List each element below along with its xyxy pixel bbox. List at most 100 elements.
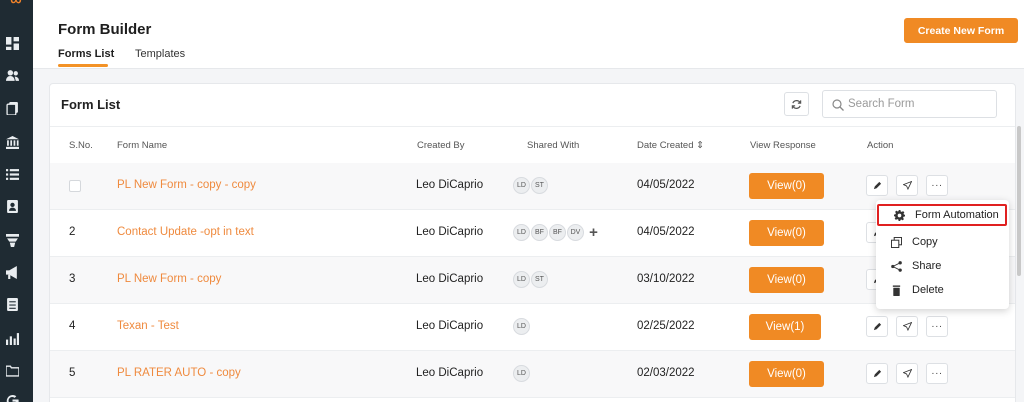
form-name-link[interactable]: Texan - Test (117, 320, 179, 332)
date-created: 03/10/2022 (637, 273, 695, 285)
app-logo[interactable]: ∞ (4, 0, 28, 9)
avatar: DV (567, 224, 584, 241)
col-sno: S.No. (69, 140, 93, 151)
table-row: 3 PL New Form - copy Leo DiCaprio LD ST … (50, 257, 1015, 304)
tab-forms-list[interactable]: Forms List (58, 48, 114, 60)
menu-item-share[interactable]: Share (876, 255, 1009, 277)
col-created-by: Created By (417, 140, 465, 151)
menu-item-label: Share (912, 260, 942, 272)
date-created: 04/05/2022 (637, 179, 695, 191)
google-icon[interactable] (5, 392, 19, 402)
add-share-icon[interactable]: + (585, 224, 602, 241)
more-actions-button[interactable]: ··· (926, 316, 948, 337)
date-created: 04/05/2022 (637, 226, 695, 238)
menu-item-delete[interactable]: Delete (876, 279, 1009, 301)
menu-item-label: Copy (912, 236, 938, 248)
view-response-button[interactable]: View(1) (749, 314, 821, 340)
sidebar: ∞ (0, 0, 33, 402)
send-button[interactable] (896, 363, 918, 384)
active-tab-indicator (58, 64, 108, 67)
dashboard-icon[interactable] (5, 36, 19, 50)
scrollbar[interactable] (1017, 126, 1021, 276)
view-response-button[interactable]: View(0) (749, 267, 824, 293)
date-created: 02/25/2022 (637, 320, 695, 332)
menu-item-form-automation[interactable]: Form Automation (877, 204, 1007, 226)
pencil-icon (873, 369, 881, 378)
search-input[interactable] (848, 95, 988, 113)
edit-button[interactable] (866, 175, 888, 196)
create-new-form-button[interactable]: Create New Form (904, 18, 1018, 43)
more-actions-button[interactable]: ··· (926, 175, 948, 196)
table-row: 2 Contact Update -opt in text Leo DiCapr… (50, 210, 1015, 257)
gear-icon (893, 209, 905, 221)
created-by: Leo DiCaprio (416, 226, 484, 238)
share-icon (890, 260, 902, 272)
menu-item-label: Form Automation (915, 209, 999, 221)
form-name-link[interactable]: PL RATER AUTO - copy (117, 367, 241, 379)
page-title: Form Builder (58, 21, 152, 38)
table-row: PL New Form - copy - copy Leo DiCaprio L… (50, 163, 1015, 210)
search-icon (832, 99, 844, 111)
avatar: LD (513, 365, 530, 382)
bank-icon[interactable] (5, 135, 19, 149)
refresh-button[interactable] (784, 92, 809, 116)
menu-item-label: Delete (912, 284, 944, 296)
form-name-link[interactable]: PL New Form - copy (117, 273, 221, 285)
send-button[interactable] (896, 316, 918, 337)
view-response-button[interactable]: View(0) (749, 361, 824, 387)
created-by: Leo DiCaprio (416, 179, 484, 191)
col-date-created[interactable]: Date Created ⇕ (637, 140, 704, 151)
row-number: 2 (69, 226, 76, 238)
created-by: Leo DiCaprio (416, 320, 484, 332)
notes-icon[interactable] (5, 297, 19, 311)
edit-button[interactable] (866, 363, 888, 384)
row-number: 4 (69, 320, 76, 332)
send-button[interactable] (896, 175, 918, 196)
view-response-button[interactable]: View(0) (749, 220, 824, 246)
avatar: LD (513, 177, 530, 194)
form-list-title: Form List (61, 97, 121, 112)
col-view-response: View Response (750, 140, 816, 151)
form-name-link[interactable]: PL New Form - copy - copy (117, 179, 256, 191)
row-checkbox[interactable] (69, 180, 81, 192)
folder-icon[interactable] (5, 363, 19, 377)
analytics-icon[interactable] (5, 331, 19, 345)
trash-icon (890, 284, 902, 296)
megaphone-icon[interactable] (5, 265, 19, 279)
page-header: Form Builder Forms List Templates Create… (33, 0, 1024, 69)
table-row: 4 Texan - Test Leo DiCaprio LD 02/25/202… (50, 304, 1015, 351)
pencil-icon (873, 322, 881, 331)
form-list-card: Form List S.No. Form Name Created By Sha… (49, 83, 1016, 402)
copy-icon (890, 236, 902, 248)
send-icon (902, 322, 912, 331)
avatar: ST (531, 177, 548, 194)
table-row: 5 PL RATER AUTO - copy Leo DiCaprio LD 0… (50, 351, 1015, 398)
pencil-icon (873, 181, 881, 190)
send-icon (902, 181, 912, 190)
avatar: ST (531, 271, 548, 288)
col-shared-with: Shared With (527, 140, 580, 151)
funnel-icon[interactable] (5, 233, 19, 247)
edit-button[interactable] (866, 316, 888, 337)
shared-with: LD ST (513, 271, 549, 288)
avatar: BF (531, 224, 548, 241)
col-form-name: Form Name (117, 140, 168, 151)
form-name-link[interactable]: Contact Update -opt in text (117, 226, 254, 238)
contacts-icon[interactable] (5, 68, 19, 82)
view-response-button[interactable]: View(0) (749, 173, 824, 199)
shared-with: LD (513, 318, 531, 335)
documents-icon[interactable] (5, 101, 19, 115)
date-created: 02/03/2022 (637, 367, 695, 379)
tab-templates[interactable]: Templates (135, 48, 185, 60)
avatar: BF (549, 224, 566, 241)
search-box (822, 90, 997, 118)
menu-item-copy[interactable]: Copy (876, 231, 1009, 253)
contact-card-icon[interactable] (5, 199, 19, 213)
col-action: Action (867, 140, 894, 151)
row-number: 5 (69, 367, 76, 379)
list-icon[interactable] (5, 167, 19, 181)
more-actions-button[interactable]: ··· (926, 363, 948, 384)
created-by: Leo DiCaprio (416, 367, 484, 379)
actions-dropdown-menu: Form Automation Copy Share Delete (876, 200, 1009, 309)
refresh-icon (791, 99, 802, 109)
